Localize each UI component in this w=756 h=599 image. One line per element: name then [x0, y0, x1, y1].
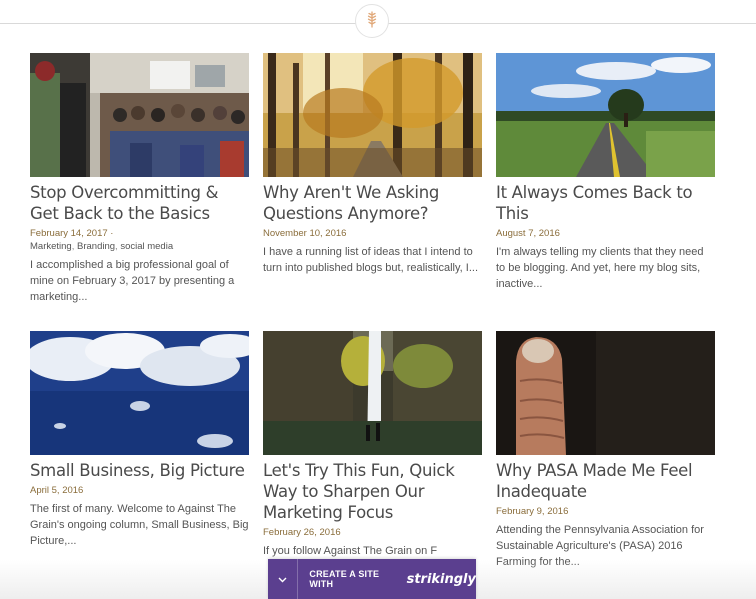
- post-date: February 26, 2016: [263, 527, 341, 538]
- post-thumbnail-sky[interactable]: [30, 331, 249, 455]
- post-thumbnail-conference[interactable]: [30, 53, 249, 177]
- post-date: February 14, 2017 ·: [30, 228, 114, 239]
- strikingly-logo: strikingly: [406, 571, 476, 587]
- post-thumbnail-thumb[interactable]: [496, 331, 715, 455]
- post-thumbnail-forest[interactable]: [263, 53, 482, 177]
- blog-post-card[interactable]: Why Aren't We Asking Questions Anymore? …: [263, 53, 482, 276]
- blog-post-card[interactable]: Small Business, Big Picture April 5, 201…: [30, 331, 249, 549]
- post-tags: Marketing, Branding, social media: [30, 241, 174, 252]
- post-excerpt: I'm always telling my clients that they …: [496, 246, 704, 290]
- blog-post-card[interactable]: It Always Comes Back to This August 7, 2…: [496, 53, 715, 292]
- post-title[interactable]: Why PASA Made Me Feel Inadequate: [496, 460, 715, 502]
- post-thumbnail-waterfall[interactable]: [263, 331, 482, 455]
- post-date: November 10, 2016: [263, 228, 347, 239]
- post-thumbnail-road[interactable]: [496, 53, 715, 177]
- post-title[interactable]: Small Business, Big Picture: [30, 460, 249, 481]
- create-site-banner[interactable]: CREATE A SITE WITH strikingly: [268, 559, 476, 599]
- banner-label: CREATE A SITE WITH: [309, 569, 380, 589]
- blog-post-grid: Stop Overcommitting & Get Back to the Ba…: [0, 0, 756, 599]
- post-date: August 7, 2016: [496, 228, 560, 239]
- post-excerpt: If you follow Against The Grain on F: [263, 545, 438, 557]
- post-date: April 5, 2016: [30, 485, 84, 496]
- chevron-down-icon: [278, 570, 287, 588]
- post-date: February 9, 2016: [496, 506, 569, 517]
- blog-post-card[interactable]: Let's Try This Fun, Quick Way to Sharpen…: [263, 331, 482, 559]
- tag-link[interactable]: Branding: [77, 241, 115, 252]
- tag-link[interactable]: Marketing: [30, 241, 72, 252]
- post-excerpt: I have a running list of ideas that I in…: [263, 246, 479, 274]
- post-title[interactable]: Let's Try This Fun, Quick Way to Sharpen…: [263, 460, 482, 523]
- post-title[interactable]: Stop Overcommitting & Get Back to the Ba…: [30, 182, 249, 224]
- post-title[interactable]: It Always Comes Back to This: [496, 182, 715, 224]
- post-title[interactable]: Why Aren't We Asking Questions Anymore?: [263, 182, 482, 224]
- blog-post-card[interactable]: Why PASA Made Me Feel Inadequate Februar…: [496, 331, 715, 570]
- blog-post-card[interactable]: Stop Overcommitting & Get Back to the Ba…: [30, 53, 249, 305]
- tag-link[interactable]: social media: [120, 241, 173, 252]
- post-excerpt: I accomplished a big professional goal o…: [30, 259, 235, 303]
- banner-toggle[interactable]: [268, 559, 299, 599]
- post-excerpt: The first of many. Welcome to Against Th…: [30, 503, 249, 547]
